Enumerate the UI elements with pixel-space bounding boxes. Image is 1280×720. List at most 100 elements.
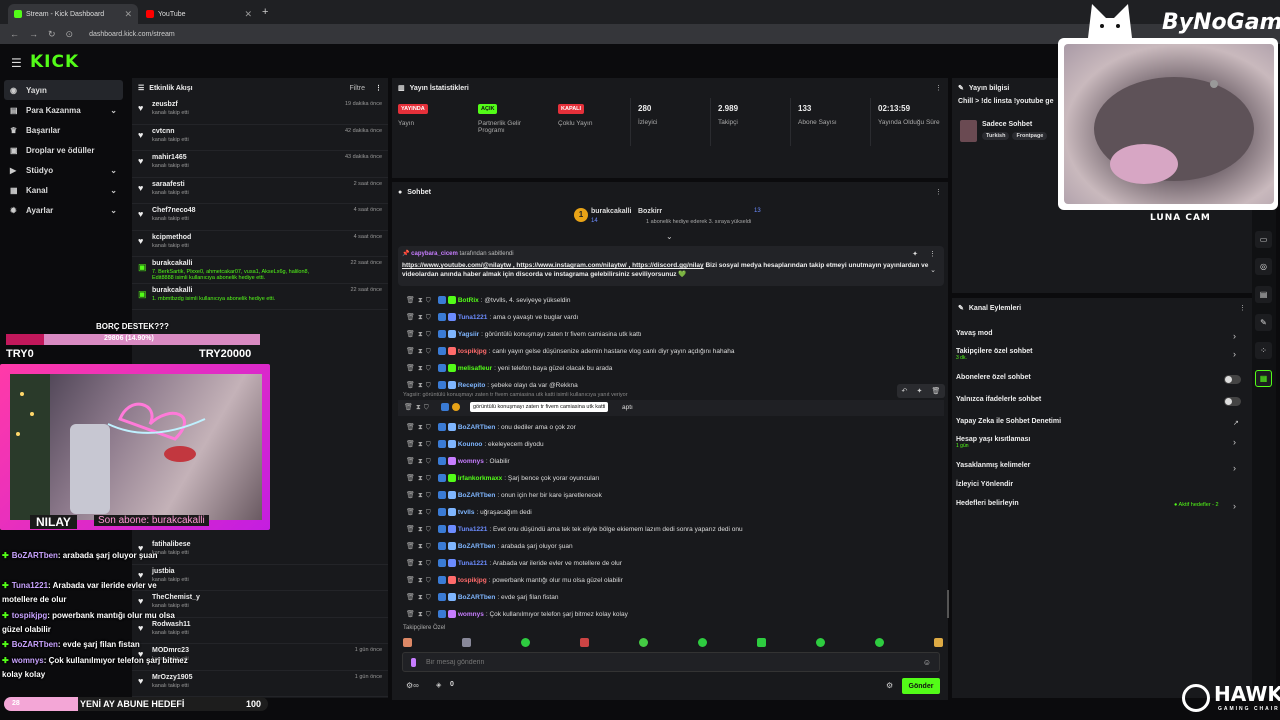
more-icon[interactable]: ⋮ [375,84,382,92]
broadcast-icon[interactable]: ◎ [1255,258,1272,275]
users-icon[interactable]: ⁘ [1255,342,1272,359]
channel-action-item[interactable]: Hedefleri belirleyin [956,500,1019,507]
grid-icon[interactable]: ▦ [1255,370,1272,387]
chat-username[interactable]: BoZARTben [458,424,496,431]
emote-icon[interactable] [403,637,412,647]
chat-username[interactable]: Kounoo [458,441,483,448]
message-tools[interactable]: 🗑⧗⛉ [406,559,434,568]
tab-youtube[interactable]: YouTube ✕ [140,4,258,24]
message-tools[interactable]: 🗑⧗⛉ [406,296,434,305]
activity-item[interactable]: ▣ burakcakalli 1. mbmtbzdg isimli kullanıc… [132,284,388,310]
chat-message[interactable]: 🗑⧗⛉ tospikjpg: canlı yayın gelse düşünsen… [406,343,734,359]
close-icon[interactable]: ✕ [244,9,252,20]
emote-icon[interactable] [462,637,471,647]
reply-icon[interactable]: ↶ [902,387,908,395]
channel-action-item[interactable]: Yavaş mod [956,330,993,337]
pinned-by-user[interactable]: capybara_cicem [411,251,458,257]
chat-username[interactable]: womnys [458,458,484,465]
tag-chip[interactable]: Turkish [982,132,1010,140]
chat-username[interactable]: Recepito [458,382,485,389]
chat-message[interactable]: 🗑⧗⛉ Tuna1221: Arabada var ileride evler v… [406,555,622,571]
chat-username[interactable]: BoZARTben [458,492,496,499]
activity-username[interactable]: cvtcnn [152,128,322,135]
sidebar-item-kanal[interactable]: ▦ Kanal ⌄ [0,180,127,200]
chevron-right-icon[interactable]: › [1233,331,1236,341]
message-tools[interactable]: 🗑⧗⛉ [406,423,434,432]
sidebar-item-droplar[interactable]: ▣ Droplar ve ödüller [0,140,127,160]
message-tools[interactable]: 🗑⧗⛉ [404,403,432,412]
activity-username[interactable]: zeusbzf [152,101,322,108]
chat-message[interactable]: 🗑⧗⛉ BoZARTben: evde şarj filan fistan [406,589,558,605]
close-icon[interactable]: ✕ [124,9,132,20]
chat-username[interactable]: Tuna1221 [458,560,488,567]
message-tools[interactable]: 🗑⧗⛉ [406,508,434,517]
chat-message[interactable]: 🗑⧗⛉ BoZARTben: onun için her bir kare işa… [406,487,602,503]
message-tools[interactable]: 🗑⧗⛉ [406,593,434,602]
channel-action-item[interactable]: Takipçilere özel sohbet 3 dk. [956,348,1033,361]
kick-logo[interactable]: KICK [30,52,79,72]
chat-message[interactable]: 🗑⧗⛉ tvvlls: uğraşacağım dedi [406,504,532,520]
message-tools[interactable]: 🗑⧗⛉ [406,542,434,551]
unpin-icon[interactable]: ✦ [912,250,918,258]
message-tools[interactable]: 🗑⧗⛉ [406,474,434,483]
chat-settings-icon[interactable]: ⚙ [886,681,893,690]
forward-icon[interactable]: → [29,29,38,39]
chat-username[interactable]: womnys [458,611,484,618]
channel-action-item[interactable]: Abonelere özel sohbet [956,374,1031,381]
expand-icon[interactable]: ⌄ [666,232,673,241]
activity-username[interactable]: saraafesti [152,181,322,188]
send-button[interactable]: Gönder [902,678,940,694]
emote-icon[interactable] [816,637,825,647]
activity-username[interactable]: mahir1465 [152,154,322,161]
chat-username[interactable]: Tuna1221 [458,314,488,321]
chat-username[interactable]: irfankorkmaxx [458,475,502,482]
chat-username[interactable]: Tuna1221 [458,526,488,533]
activity-username[interactable]: justbia [152,568,322,575]
more-icon[interactable]: ⋮ [929,250,936,258]
activity-item[interactable]: ♥ zeusbzf kanalı takip etti 19 dakika önce [132,98,388,125]
chat-username[interactable]: BoZARTben [458,594,496,601]
activity-item[interactable]: ♥ saraafesti kanalı takip etti 2 saat önce [132,178,388,204]
external-icon[interactable]: ↗ [1233,419,1239,427]
activity-username[interactable]: burakcakalli [152,287,322,294]
activity-item[interactable]: ♥ cvtcnn kanalı takip etti 42 dakika önce [132,125,388,151]
wrench-icon[interactable]: ✎ [1255,314,1272,331]
activity-username[interactable]: burakcakalli [152,260,322,267]
chat-message[interactable]: 🗑⧗⛉ BoZARTben: arabada şarj oluyor şuan [406,538,573,554]
emote-icon[interactable] [639,637,648,647]
sidebar-item-yayin[interactable]: ◉ Yayın [4,80,123,100]
chat-message[interactable]: 🗑⧗⛉ Tuna1221: ama o yavaştı ve buglar var… [406,309,578,325]
sidebar-item-ayarlar[interactable]: ✹ Ayarlar ⌄ [0,200,127,220]
chevron-right-icon[interactable]: › [1233,501,1236,511]
site-info-icon[interactable]: ⊙ [66,29,74,40]
delete-icon[interactable]: 🗑 [932,387,941,395]
message-tools[interactable]: 🗑⧗⛉ [406,440,434,449]
message-tools[interactable]: 🗑⧗⛉ [406,525,434,534]
menu-icon[interactable]: ☰ [11,56,22,70]
more-icon[interactable]: ⋮ [1239,304,1246,312]
emote-icon[interactable] [521,637,530,647]
channel-action-item[interactable]: İzleyici Yönlendir [956,481,1013,488]
toggle-switch[interactable] [1224,397,1241,406]
message-tools[interactable]: 🗑⧗⛉ [406,491,434,500]
chat-popout-icon[interactable]: ▭ [1255,231,1272,248]
new-tab-button[interactable]: + [262,6,268,18]
chat-input[interactable] [426,658,906,666]
category-thumbnail[interactable] [960,120,977,142]
message-tools[interactable]: 🗑⧗⛉ [406,576,434,585]
top-gifter-name[interactable]: burakcakalli [591,208,631,215]
chevron-right-icon[interactable]: › [1233,463,1236,473]
chat-message[interactable]: 🗑⧗⛉ Tuna1221: Evet onu düşündü ama tek te… [406,521,743,537]
pin-icon[interactable]: ✦ [917,387,923,395]
message-tools[interactable]: 🗑⧗⛉ [406,610,434,619]
tab-kick-dashboard[interactable]: Stream - Kick Dashboard ✕ [8,4,138,24]
activity-item[interactable]: ▣ burakcakalli 7. BerkSartik, Plxxe0, ahme… [132,257,388,284]
chat-message[interactable]: 🗑⧗⛉ Yagsiir: görüntülü konuşmayı zaten tr… [406,326,642,342]
message-tools[interactable]: 🗑⧗⛉ [406,381,434,390]
activity-username[interactable]: fatihalibese [152,541,322,548]
activity-item[interactable]: ♥ kcipmethod kanalı takip etti 4 saat önce [132,231,388,257]
sidebar-item-studyo[interactable]: ▶ Stüdyo ⌄ [0,160,127,180]
message-tools[interactable]: 🗑⧗⛉ [406,347,434,356]
emote-icon[interactable] [934,637,943,647]
message-actions[interactable]: ↶ ✦ 🗑 [897,384,945,398]
